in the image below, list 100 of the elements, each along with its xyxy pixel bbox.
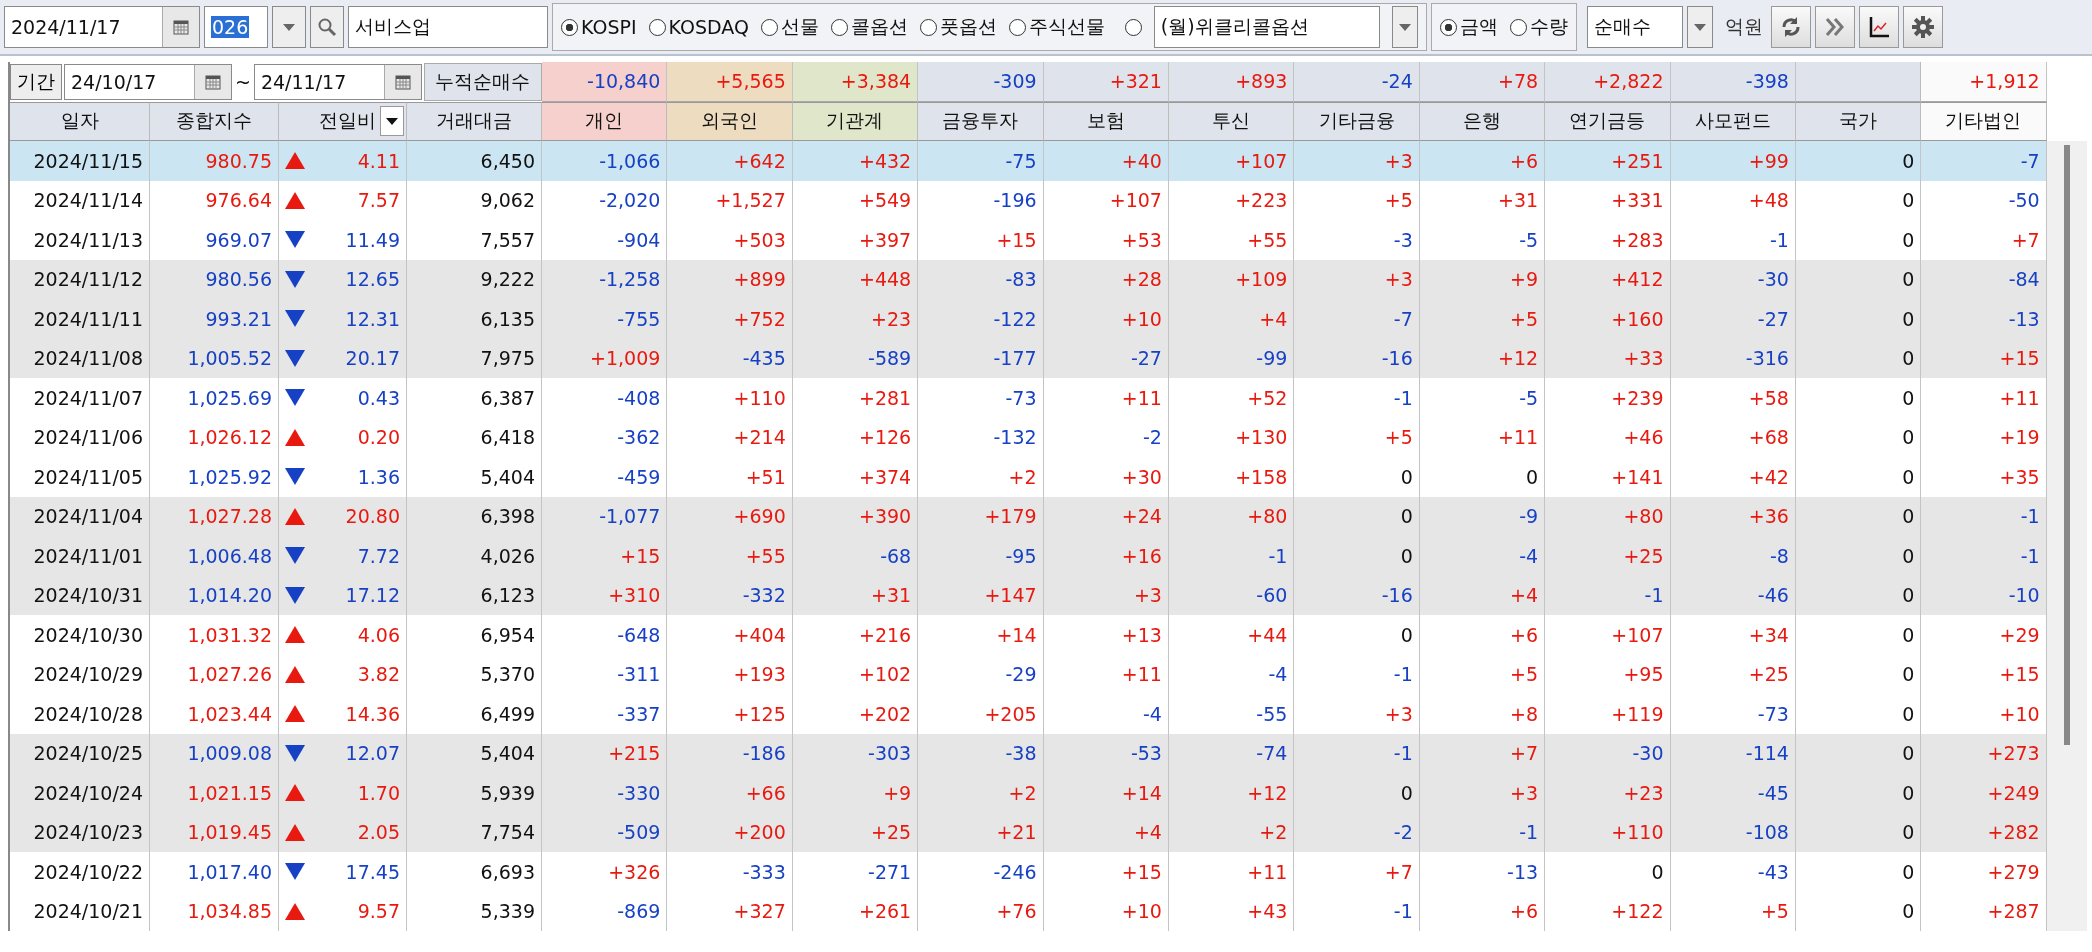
table-row[interactable]: 2024/10/24 1,021.15 1.70 5,939 -330 +66 +9 +2 +14 +12 0 +3 +23 -45 0 +249 bbox=[10, 773, 2047, 813]
date-field[interactable]: 2024/11/17 bbox=[4, 6, 200, 48]
index-cell: 1,006.48 bbox=[150, 536, 279, 576]
table-row[interactable]: 2024/10/23 1,019.45 2.05 7,754 -509 +200 +25 +21 +4 +2 -2 -1 +110 -108 0 +282 bbox=[10, 812, 2047, 852]
table-cell: +404 bbox=[667, 615, 793, 655]
sort-menu-button[interactable] bbox=[380, 106, 404, 137]
total-cell: +3,384 bbox=[792, 62, 919, 102]
total-cell: +1,912 bbox=[1921, 62, 2047, 102]
table-cell: +752 bbox=[667, 299, 793, 339]
radio-option[interactable]: KOSPI bbox=[561, 16, 637, 38]
table-cell: 0 bbox=[1795, 694, 1922, 734]
radio-option[interactable]: 풋옵션 bbox=[919, 14, 997, 40]
column-header: 기타법인 bbox=[1921, 101, 2047, 141]
table-cell: -55 bbox=[1168, 694, 1295, 734]
table-cell: +397 bbox=[792, 220, 919, 260]
table-cell: +239 bbox=[1545, 378, 1671, 418]
table-cell: 0 bbox=[1294, 773, 1420, 813]
table-cell: 0 bbox=[1294, 615, 1420, 655]
table-cell: +125 bbox=[667, 694, 793, 734]
table-cell: +52 bbox=[1168, 378, 1295, 418]
table-cell: +3 bbox=[1294, 694, 1420, 734]
column-header: 금융투자 bbox=[918, 101, 1044, 141]
table-cell: 0 bbox=[1545, 852, 1671, 892]
table-cell: +642 bbox=[667, 141, 793, 181]
table-cell: +35 bbox=[1921, 457, 2047, 497]
radio-option[interactable]: 수량 bbox=[1509, 14, 1568, 40]
table-cell: +12 bbox=[1168, 773, 1295, 813]
period-button[interactable]: 기간 bbox=[10, 63, 62, 100]
date-field[interactable]: 24/11/17 bbox=[253, 63, 422, 100]
name-field[interactable]: 서비스업 bbox=[348, 6, 548, 48]
dropdown-button[interactable] bbox=[1391, 6, 1418, 48]
change-value: 17.45 bbox=[345, 860, 400, 883]
radio-option[interactable]: 콜옵션 bbox=[830, 14, 908, 40]
change-value: 14.36 bbox=[345, 702, 400, 725]
date-cell: 2024/10/24 bbox=[10, 773, 150, 813]
option-dropdown[interactable]: (월)위클리콜옵션 bbox=[1153, 6, 1380, 48]
scrollbar[interactable] bbox=[2046, 141, 2087, 931]
table-row[interactable]: 2024/11/15 980.75 4.11 6,450 -1,066 +642 +432 -75 +40 +107 +3 +6 +251 +99 0 -7 bbox=[10, 141, 2047, 181]
radio-option[interactable]: 선물 bbox=[760, 14, 819, 40]
total-cell: +893 bbox=[1168, 62, 1295, 102]
table-row[interactable]: 2024/11/11 993.21 12.31 6,135 -755 +752 +23 -122 +10 +4 -7 +5 +160 -27 0 -13 bbox=[10, 299, 2047, 339]
radio-option[interactable]: 금액 bbox=[1439, 14, 1498, 40]
total-cell: -24 bbox=[1294, 62, 1420, 102]
refresh-button[interactable] bbox=[1770, 6, 1811, 48]
table-row[interactable]: 2024/10/31 1,014.20 17.12 6,123 +310 -332 +31 +147 +3 -60 -16 +4 -1 -46 0 -10 bbox=[10, 575, 2047, 615]
table-row[interactable]: 2024/11/01 1,006.48 7.72 4,026 +15 +55 -68 -95 +16 -1 0 -4 +25 -8 0 -1 bbox=[10, 536, 2047, 576]
table-cell: +7 bbox=[1294, 852, 1420, 892]
table-row[interactable]: 2024/11/04 1,027.28 20.80 6,398 -1,077 +690 +390 +179 +24 +80 0 -9 +80 +36 0 -1 bbox=[10, 496, 2047, 536]
radio-button[interactable] bbox=[1124, 18, 1142, 36]
table-cell: +10 bbox=[1043, 891, 1169, 931]
table-row[interactable]: 2024/11/08 1,005.52 20.17 7,975 +1,009 -435 -589 -177 -27 -99 -16 +12 +33 -316 0 +15 bbox=[10, 338, 2047, 378]
change-value: 0.43 bbox=[357, 386, 400, 409]
table-cell: +158 bbox=[1168, 457, 1295, 497]
table-cell: -246 bbox=[918, 852, 1044, 892]
table-cell: 0 bbox=[1419, 457, 1546, 497]
table-cell: +42 bbox=[1670, 457, 1796, 497]
table-cell: +326 bbox=[542, 852, 668, 892]
date-field[interactable]: 24/10/17 bbox=[64, 63, 232, 100]
code-field[interactable]: 026 bbox=[204, 6, 268, 48]
table-cell: +110 bbox=[667, 378, 793, 418]
table-cell: +2 bbox=[918, 457, 1044, 497]
calendar-icon bbox=[204, 72, 222, 91]
dropdown-button[interactable] bbox=[272, 6, 306, 48]
range-separator: ~ bbox=[234, 70, 252, 93]
column-header: 보험 bbox=[1043, 101, 1169, 141]
table-cell: +119 bbox=[1545, 694, 1671, 734]
table-cell: 0 bbox=[1795, 891, 1922, 931]
table-cell: +14 bbox=[1043, 773, 1169, 813]
calendar-icon bbox=[393, 72, 412, 91]
table-cell: -1 bbox=[1670, 220, 1796, 260]
column-header: 투신 bbox=[1168, 101, 1295, 141]
dropdown-button[interactable] bbox=[1686, 6, 1713, 48]
table-cell: -45 bbox=[1670, 773, 1796, 813]
table-cell: +6 bbox=[1419, 615, 1546, 655]
table-row[interactable]: 2024/10/25 1,009.08 12.07 5,404 +215 -186 -303 -38 -53 -74 -1 +7 -30 -114 0 +273 bbox=[10, 733, 2047, 773]
expand-button[interactable] bbox=[1814, 6, 1855, 48]
column-header: 종합지수 bbox=[150, 101, 279, 141]
search-button[interactable] bbox=[310, 6, 344, 48]
table-cell: +30 bbox=[1043, 457, 1169, 497]
radio-option[interactable]: 주식선물 bbox=[1008, 14, 1105, 40]
table-row[interactable]: 2024/11/12 980.56 12.65 9,222 -1,258 +899 +448 -83 +28 +109 +3 +9 +412 -30 0 -84 bbox=[10, 259, 2047, 299]
table-cell: +10 bbox=[1043, 299, 1169, 339]
table-cell: -4 bbox=[1043, 694, 1169, 734]
total-cell: +321 bbox=[1043, 62, 1169, 102]
mode-dropdown[interactable]: 순매수 bbox=[1586, 6, 1683, 48]
change-value: 7.72 bbox=[357, 544, 400, 567]
column-header: 전일비 bbox=[319, 108, 376, 134]
settings-button[interactable] bbox=[1902, 6, 1943, 48]
scrollbar-thumb[interactable] bbox=[2063, 145, 2070, 745]
change-value: 20.17 bbox=[345, 347, 400, 370]
table-cell: -7 bbox=[1294, 299, 1420, 339]
index-cell: 1,034.85 bbox=[150, 891, 279, 931]
total-cell: +5,565 bbox=[667, 62, 793, 102]
radio-option[interactable]: KOSDAQ bbox=[648, 16, 749, 38]
change-value: 2.05 bbox=[357, 821, 400, 844]
column-header: 거래대금 bbox=[407, 101, 542, 141]
table-cell: +55 bbox=[667, 536, 793, 576]
chart-button[interactable] bbox=[1858, 6, 1899, 48]
table-cell: -73 bbox=[918, 378, 1044, 418]
table-cell: -459 bbox=[542, 457, 668, 497]
